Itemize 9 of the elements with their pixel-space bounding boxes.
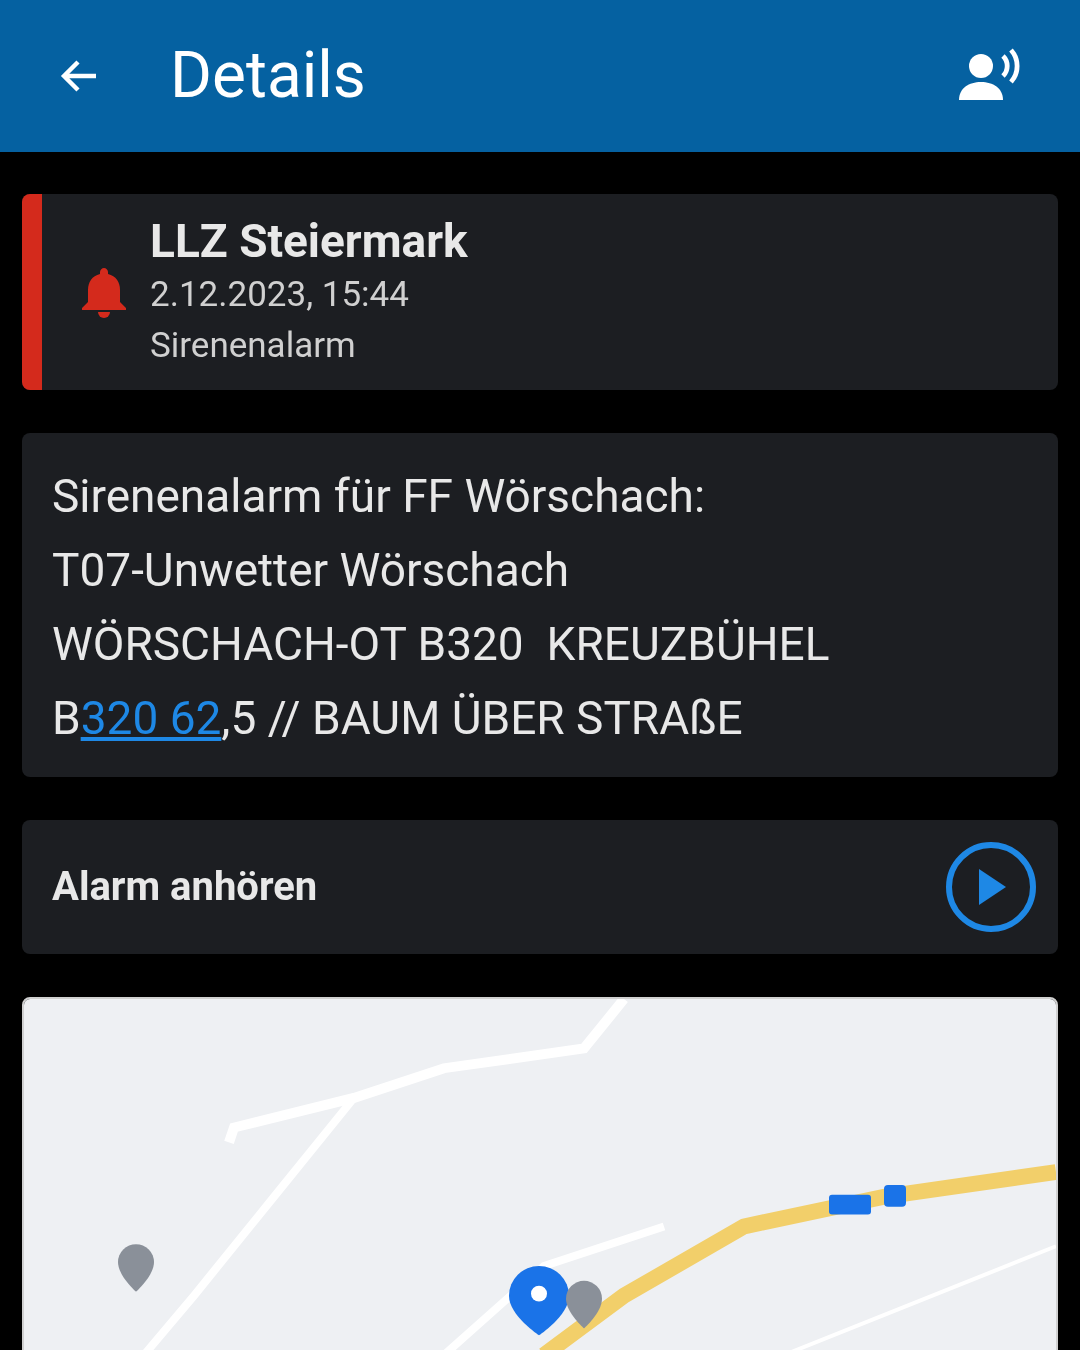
page-title: Details bbox=[170, 37, 366, 115]
audio-label: Alarm anhören bbox=[52, 862, 318, 912]
alarm-message: Sirenenalarm für FF Wörschach: T07-Unwetter Wörschach WÖRSCHACH-OT B320 KREUZBÜHEL B320 62,5 // BAUM ÜBER STRAßE bbox=[52, 468, 831, 747]
alarm-time: 2.12.2023, 15:44 bbox=[150, 273, 410, 317]
alarm-source: LLZ Steiermark bbox=[150, 213, 468, 269]
alarm-type: Sirenenalarm bbox=[150, 324, 357, 368]
play-icon bbox=[976, 869, 1006, 905]
number-link[interactable]: 320 62 bbox=[80, 691, 222, 745]
play-button[interactable] bbox=[946, 842, 1036, 932]
